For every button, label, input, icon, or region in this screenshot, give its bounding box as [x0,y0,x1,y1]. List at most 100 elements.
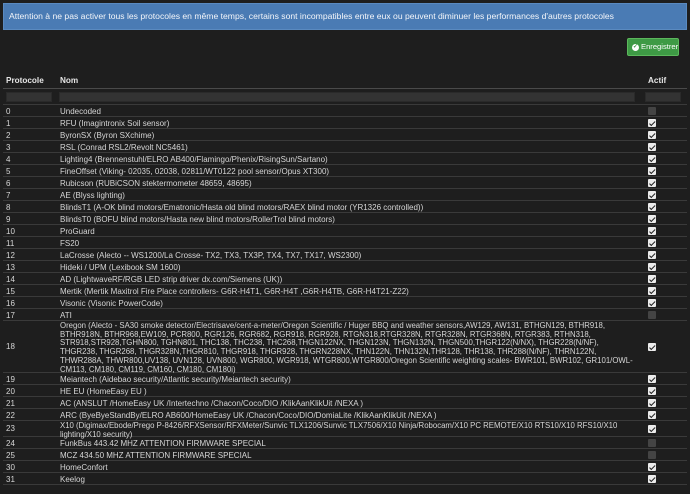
active-checkbox[interactable] [648,387,656,395]
active-checkbox[interactable] [648,411,656,419]
protocol-id: 9 [6,215,11,224]
protocol-id: 15 [6,287,15,296]
protocol-name: AE (Blyss lighting) [60,191,125,200]
protocol-id: 1 [6,119,11,128]
active-filter-input[interactable] [645,92,681,102]
protocol-id: 3 [6,143,11,152]
protocol-id: 19 [6,375,15,384]
protocol-id: 31 [6,475,15,484]
table-row: 8 BlindsT1 (A-OK blind motors/Ematronic/H… [3,201,687,213]
active-checkbox[interactable] [648,203,656,211]
protocol-id: 16 [6,299,15,308]
protocol-id: 23 [6,424,15,433]
protocol-name: Keelog [60,475,85,484]
protocol-name: HomeConfort [60,463,108,472]
active-checkbox[interactable] [648,107,656,115]
column-header-active: Actif [648,76,667,85]
table-row: 6 Rubicson (RUBiCSON stektermometer 48659… [3,177,687,189]
table-row: 18 Oregon (Alecto - SA30 smoke detector/E… [3,321,687,373]
active-checkbox[interactable] [648,239,656,247]
protocol-filter-input[interactable] [6,92,52,102]
active-checkbox[interactable] [648,425,656,433]
header-divider [3,88,687,89]
table-row: 21 AC (ANSLUT /HomeEasy UK /Intertechno /… [3,397,687,409]
check-circle-icon: ✓ [632,43,639,51]
protocol-id: 21 [6,399,15,408]
active-checkbox[interactable] [648,439,656,447]
active-checkbox[interactable] [648,299,656,307]
protocol-id: 17 [6,311,15,320]
protocol-name: AD (LightwaveRF/RGB LED strip driver dx.… [60,275,283,284]
active-checkbox[interactable] [648,311,656,319]
name-filter-input[interactable] [59,92,635,102]
table-row: 19 Meiantech (Aidebao security/Atlantic s… [3,373,687,385]
save-button-label: Enregistrer [641,42,679,51]
protocol-id: 14 [6,275,15,284]
active-checkbox[interactable] [648,263,656,271]
active-checkbox[interactable] [648,475,656,483]
table-row: 17 ATI [3,309,687,321]
protocol-name: ByronSX (Byron SXchime) [60,131,155,140]
protocol-id: 7 [6,191,11,200]
active-checkbox[interactable] [648,451,656,459]
active-checkbox[interactable] [648,343,656,351]
table-row: 9 BlindsT0 (BOFU blind motors/Hasta new b… [3,213,687,225]
active-checkbox[interactable] [648,399,656,407]
protocol-id: 12 [6,251,15,260]
active-checkbox[interactable] [648,215,656,223]
protocol-id: 0 [6,107,11,116]
protocol-name: Undecoded [60,107,101,116]
protocol-id: 8 [6,203,11,212]
table-row: 22 ARC (ByeByeStandBy/ELRO AB600/HomeEasy… [3,409,687,421]
protocol-id: 20 [6,387,15,396]
table-row: 23 X10 (Digimax/Ebode/Prego P-8426/RFXSen… [3,421,687,439]
protocol-name: Visonic (Visonic PowerCode) [60,299,163,308]
protocol-id: 4 [6,155,11,164]
protocol-name: BlindsT1 (A-OK blind motors/Ematronic/Ha… [60,203,424,212]
protocol-id: 24 [6,439,15,448]
protocol-id: 25 [6,451,15,460]
table-row: 5 FineOffset (Viking- 02035, 02038, 02811… [3,165,687,177]
protocol-name: ARC (ByeByeStandBy/ELRO AB600/HomeEasy U… [60,411,437,420]
protocol-name: FS20 [60,239,80,248]
table-row: 0 Undecoded [3,105,687,117]
active-checkbox[interactable] [648,375,656,383]
table-row: 4 Lighting4 (Brennenstuhl/ELRO AB400/Flam… [3,153,687,165]
active-checkbox[interactable] [648,179,656,187]
table-row: 30 HomeConfort [3,461,687,473]
active-checkbox[interactable] [648,463,656,471]
protocol-name: HE EU (HomeEasy EU ) [60,387,147,396]
table-row: 31 Keelog [3,473,687,485]
protocol-name: AC (ANSLUT /HomeEasy UK /Intertechno /Ch… [60,399,364,408]
active-checkbox[interactable] [648,155,656,163]
active-checkbox[interactable] [648,287,656,295]
protocol-id: 13 [6,263,15,272]
protocol-id: 30 [6,463,15,472]
protocol-name: Rubicson (RUBiCSON stektermometer 48659,… [60,179,252,188]
protocol-name: ProGuard [60,227,95,236]
table-row: 1 RFU (Imagintronix Soil sensor) [3,117,687,129]
protocol-name: RSL (Conrad RSL2/Revolt NC5461) [60,143,188,152]
table-row: 25 MCZ 434.50 MHZ ATTENTION FIRMWARE SPEC… [3,449,687,461]
column-header-protocol: Protocole [6,76,44,85]
protocol-id: 22 [6,411,15,420]
table-row: 16 Visonic (Visonic PowerCode) [3,297,687,309]
active-checkbox[interactable] [648,251,656,259]
active-checkbox[interactable] [648,143,656,151]
active-checkbox[interactable] [648,227,656,235]
protocol-name: Oregon (Alecto - SA30 smoke detector/Ele… [60,321,633,374]
active-checkbox[interactable] [648,275,656,283]
table-row: 3 RSL (Conrad RSL2/Revolt NC5461) [3,141,687,153]
protocol-name: MCZ 434.50 MHZ ATTENTION FIRMWARE SPECIA… [60,451,252,460]
warning-banner: Attention à ne pas activer tous les prot… [3,3,687,30]
active-checkbox[interactable] [648,167,656,175]
protocol-name: FineOffset (Viking- 02035, 02038, 02811/… [60,167,330,176]
protocol-name: Lighting4 (Brennenstuhl/ELRO AB400/Flami… [60,155,328,164]
protocol-name: LaCrosse (Alecto -- WS1200/La Crosse- TX… [60,251,362,260]
save-button[interactable]: ✓ Enregistrer [627,38,679,56]
table-row: 11 FS20 [3,237,687,249]
protocol-name: FunkBus 443.42 MHZ ATTENTION FIRMWARE SP… [60,439,266,448]
active-checkbox[interactable] [648,191,656,199]
active-checkbox[interactable] [648,131,656,139]
active-checkbox[interactable] [648,119,656,127]
